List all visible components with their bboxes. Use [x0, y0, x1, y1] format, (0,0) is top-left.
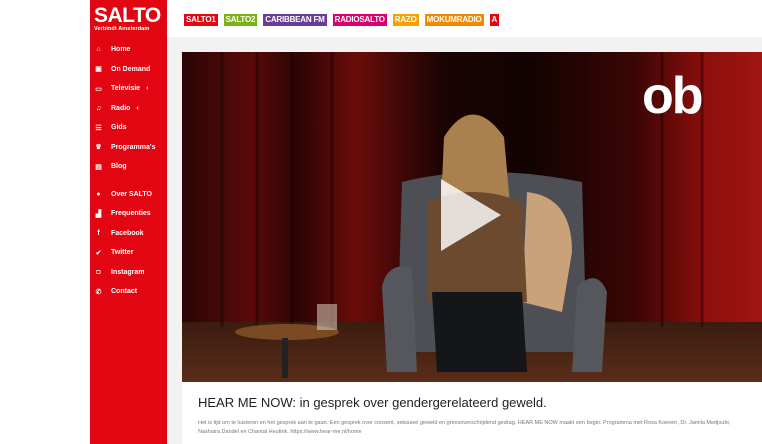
sidebar-item-frequenties[interactable]: ▟ Frequenties [90, 204, 167, 224]
channel-radiosalto[interactable]: RADIOSALTO [332, 14, 387, 26]
chevron-left-icon: ‹ [136, 104, 139, 112]
sidebar-item-contact[interactable]: ✆ Contact [90, 282, 167, 302]
sidebar-item-facebook[interactable]: f Facebook [90, 224, 167, 244]
sidebar-item-label: Facebook [111, 229, 144, 237]
channel-a[interactable]: A [489, 14, 500, 26]
sidebar-item-gids[interactable]: ☰ Gids [90, 118, 167, 138]
sidebar-item-on-demand[interactable]: ▣ On Demand [90, 60, 167, 80]
blog-icon: ▤ [95, 163, 102, 171]
sidebar-item-label: Contact [111, 288, 138, 296]
play-button[interactable] [435, 175, 505, 255]
chevron-left-icon: ‹ [146, 85, 149, 93]
channel-caribbean-fm[interactable]: CARIBBEAN FM [263, 14, 327, 26]
sidebar-nav: ⌂ Home ▣ On Demand ▭ Televisie ‹ ♫ Radio ‹ ☰ Gids ♛ P… [90, 40, 167, 302]
logo-text: SALTO [94, 4, 161, 27]
sidebar-item-label: Radio [111, 104, 131, 112]
sidebar-item-label: Frequenties [111, 210, 151, 218]
on-demand-icon: ▣ [95, 66, 102, 74]
sidebar-item-twitter[interactable]: ✔ Twitter [90, 243, 167, 263]
oba-watermark: ob [642, 67, 704, 125]
music-icon: ♫ [95, 104, 102, 112]
twitter-icon: ✔ [95, 249, 102, 257]
guide-icon: ☰ [95, 124, 102, 132]
channel-mokumradio[interactable]: MOKUMRADIO [424, 14, 484, 26]
logo-tagline: Verbindt Amsterdam [94, 26, 150, 32]
sidebar-item-blog[interactable]: ▤ Blog [90, 157, 167, 177]
info-icon: ● [96, 190, 101, 198]
nav-spacer [90, 177, 167, 185]
sidebar-item-label: Instagram [111, 268, 145, 276]
sidebar-item-programma-s[interactable]: ♛ Programma's [90, 138, 167, 158]
page: SALTO Verbindt Amsterdam ⌂ Home ▣ On Demand… [0, 0, 762, 444]
sidebar-item-radio[interactable]: ♫ Radio ‹ [90, 99, 167, 119]
sidebar-item-over-salto[interactable]: ● Over SALTO [90, 185, 167, 205]
sidebar-item-label: Twitter [111, 249, 134, 257]
sidebar-item-televisie[interactable]: ▭ Televisie ‹ [90, 79, 167, 99]
phone-icon: ✆ [95, 288, 102, 296]
channel-salto1[interactable]: SALTO1 [184, 14, 218, 26]
article-title: HEAR ME NOW: in gesprek over gendergerel… [198, 395, 547, 410]
tv-icon: ▭ [95, 85, 102, 93]
sidebar-item-label: Televisie [111, 85, 141, 93]
facebook-icon: f [97, 229, 100, 237]
signal-icon: ▟ [95, 210, 102, 218]
sidebar: SALTO Verbindt Amsterdam ⌂ Home ▣ On Demand… [90, 0, 167, 444]
salto-logo[interactable]: SALTO Verbindt Amsterdam [94, 4, 164, 34]
sidebar-item-label: Home [111, 46, 131, 54]
sidebar-item-home[interactable]: ⌂ Home [90, 40, 167, 60]
channel-salto2[interactable]: SALTO2 [223, 14, 258, 26]
play-icon [441, 179, 501, 251]
channel-bar: SALTO1 SALTO2 CARIBBEAN FM RADIOSALTO RAZO MO… [184, 13, 500, 27]
programs-icon: ♛ [95, 144, 102, 152]
sidebar-item-label: On Demand [111, 65, 151, 73]
sidebar-item-label: Programma's [111, 143, 156, 151]
sidebar-item-label: Over SALTO [111, 190, 152, 198]
home-icon: ⌂ [96, 46, 101, 54]
sidebar-item-instagram[interactable]: ◘ Instagram [90, 263, 167, 283]
channel-razo[interactable]: RAZO [392, 14, 419, 26]
instagram-icon: ◘ [96, 268, 101, 276]
article-description: Het is tijd om te luisteren en het gespr… [198, 420, 731, 435]
sidebar-item-label: Blog [111, 163, 127, 171]
sidebar-item-label: Gids [111, 124, 127, 132]
